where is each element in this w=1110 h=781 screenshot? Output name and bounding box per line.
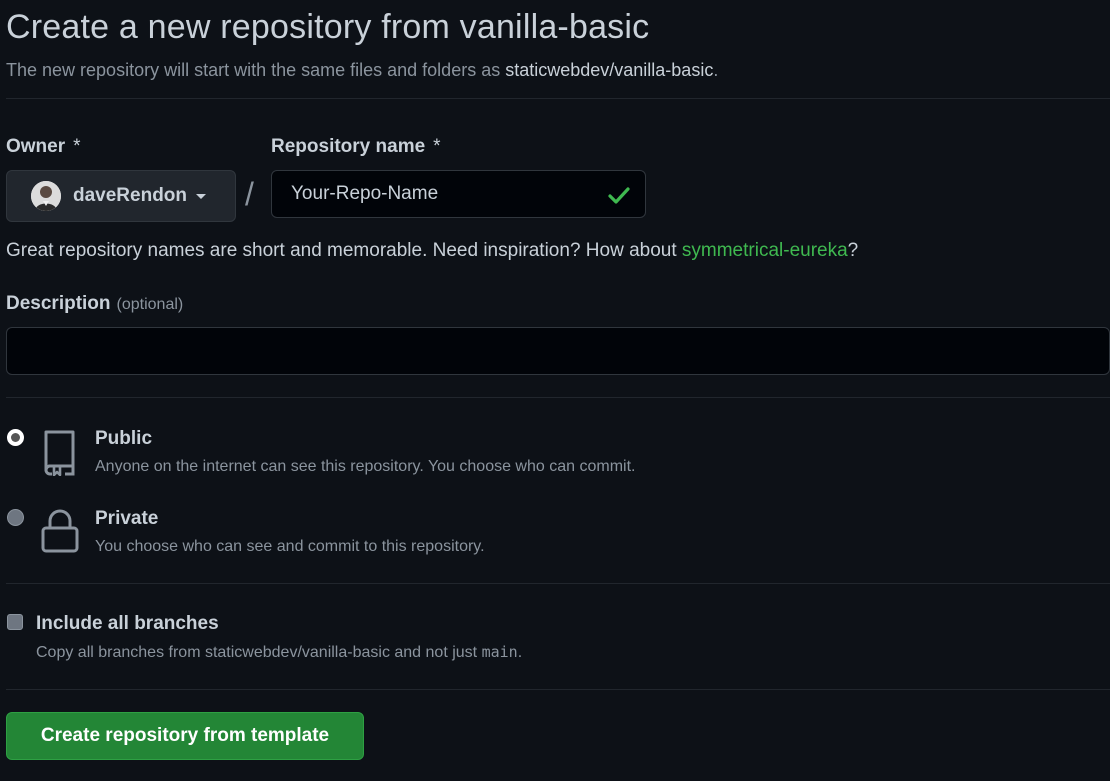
public-radio[interactable]: [7, 429, 24, 446]
owner-required-mark: *: [73, 136, 81, 157]
caret-down-icon: [195, 185, 207, 207]
include-branches-description: Copy all branches from staticwebdev/vani…: [36, 643, 522, 662]
footer-divider: [6, 689, 1110, 690]
description-label-text: Description: [6, 293, 111, 314]
repo-name-required-mark: *: [433, 136, 441, 157]
repository-name-input[interactable]: Your-Repo-Name: [271, 170, 646, 218]
template-repo-link[interactable]: staticwebdev/vanilla-basic: [505, 60, 713, 80]
include-branches-desc-prefix: Copy all branches from staticwebdev/vani…: [36, 644, 482, 661]
create-repository-button[interactable]: Create repository from template: [6, 712, 364, 760]
avatar: [31, 181, 61, 211]
page-title: Create a new repository from vanilla-bas…: [6, 8, 650, 46]
owner-repo-separator: /: [245, 176, 254, 212]
description-input[interactable]: [6, 327, 1110, 375]
repository-name-value[interactable]: Your-Repo-Name: [291, 183, 438, 205]
header-divider: [6, 98, 1110, 99]
include-branches-label: Include all branches: [36, 613, 219, 634]
include-branches-checkbox[interactable]: [7, 614, 23, 630]
subtitle-prefix: The new repository will start with the s…: [6, 60, 506, 80]
check-icon: [607, 184, 631, 212]
suggested-name-link[interactable]: symmetrical-eureka: [682, 240, 848, 261]
description-label: Description (optional): [6, 293, 183, 315]
public-option-description: Anyone on the internet can see this repo…: [95, 458, 636, 475]
owner-dropdown-button[interactable]: daveRendon: [6, 170, 236, 222]
private-option-description: You choose who can see and commit to thi…: [95, 538, 485, 555]
owner-name: daveRendon: [73, 185, 188, 206]
description-optional-text: (optional): [116, 296, 184, 313]
repo-name-label-text: Repository name: [271, 136, 426, 157]
owner-label-text: Owner: [6, 136, 66, 157]
public-option-title: Public: [95, 428, 153, 449]
repo-name-label: Repository name *: [271, 136, 441, 158]
page-subtitle: The new repository will start with the s…: [6, 60, 718, 81]
subtitle-suffix: .: [713, 60, 719, 80]
branch-name: main: [481, 643, 518, 661]
include-branches-desc-suffix: .: [517, 644, 523, 661]
private-option-title: Private: [95, 508, 159, 529]
private-radio[interactable]: [7, 509, 24, 526]
owner-label: Owner *: [6, 136, 81, 158]
details-divider: [6, 397, 1110, 398]
hint-prefix: Great repository names are short and mem…: [6, 240, 682, 261]
visibility-divider: [6, 583, 1110, 584]
lock-icon: [40, 508, 80, 559]
hint-suffix: ?: [847, 240, 859, 261]
repo-book-icon: [40, 428, 80, 481]
repo-name-hint: Great repository names are short and mem…: [6, 240, 858, 262]
